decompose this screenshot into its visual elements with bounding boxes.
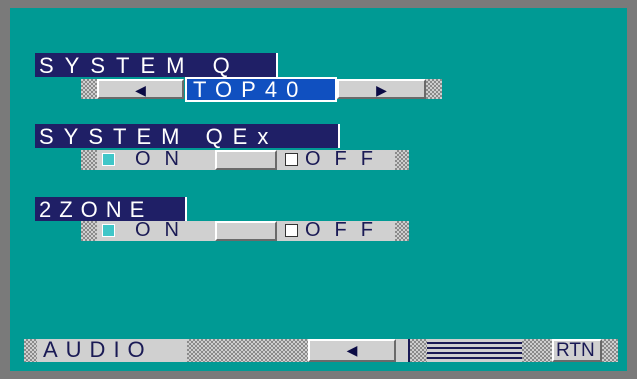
system-q-left-cap [81,79,97,99]
system-q-right-cap [426,79,442,99]
system-q-prev-button[interactable]: ◀ [97,79,184,99]
system-qex-off-checkbox[interactable] [285,153,298,166]
two-zone-off-checkbox[interactable] [285,224,298,237]
bottom-bar-mid-cap [408,339,427,362]
level-line [427,347,522,349]
system-qex-off-option[interactable]: OFF [277,148,395,170]
system-q-next-button[interactable]: ▶ [337,79,426,99]
system-q-value[interactable]: TOP40 [185,77,337,102]
two-zone-off-label: OFF [305,219,387,241]
audio-settings-screen: SYSTEM Q ◀ TOP40 ▶ SYSTEM QEx ON OFF 2ZO… [10,8,627,371]
triangle-right-icon: ▶ [376,82,387,98]
two-zone-off-option[interactable]: OFF [277,219,395,241]
rtn-button[interactable]: RTN [552,339,602,362]
two-zone-on-option[interactable]: ON [97,219,215,241]
two-zone-divider-button [215,221,277,241]
bottom-bar-left-cap [24,339,37,362]
two-zone-left-cap [81,221,97,241]
two-zone-on-label: ON [135,219,193,241]
two-zone-on-checkbox[interactable] [102,224,115,237]
system-qex-right-cap [395,150,409,170]
two-zone-right-cap [395,221,409,241]
system-qex-on-label: ON [135,148,193,170]
two-zone-title: 2ZONE [35,197,187,221]
bottom-bar-right-cap [602,339,618,362]
system-qex-on-option[interactable]: ON [97,148,215,170]
system-qex-left-cap [81,150,97,170]
system-qex-on-checkbox[interactable] [102,153,115,166]
system-qex-divider-button [215,150,277,170]
triangle-left-icon: ◀ [135,82,146,98]
bottom-bar-filler [187,339,308,362]
audio-source-button[interactable]: AUDIO [37,339,187,362]
system-q-title: SYSTEM Q [35,53,278,77]
triangle-left-icon: ◀ [346,342,358,358]
bottom-bar-gap [396,339,408,362]
level-line [427,352,522,354]
back-button[interactable]: ◀ [308,339,396,362]
level-indicator [427,339,522,362]
level-line [427,357,522,359]
level-line [427,342,522,344]
system-qex-title: SYSTEM QEx [35,124,340,148]
bottom-bar-right-filler [522,339,552,362]
system-qex-off-label: OFF [305,148,387,170]
